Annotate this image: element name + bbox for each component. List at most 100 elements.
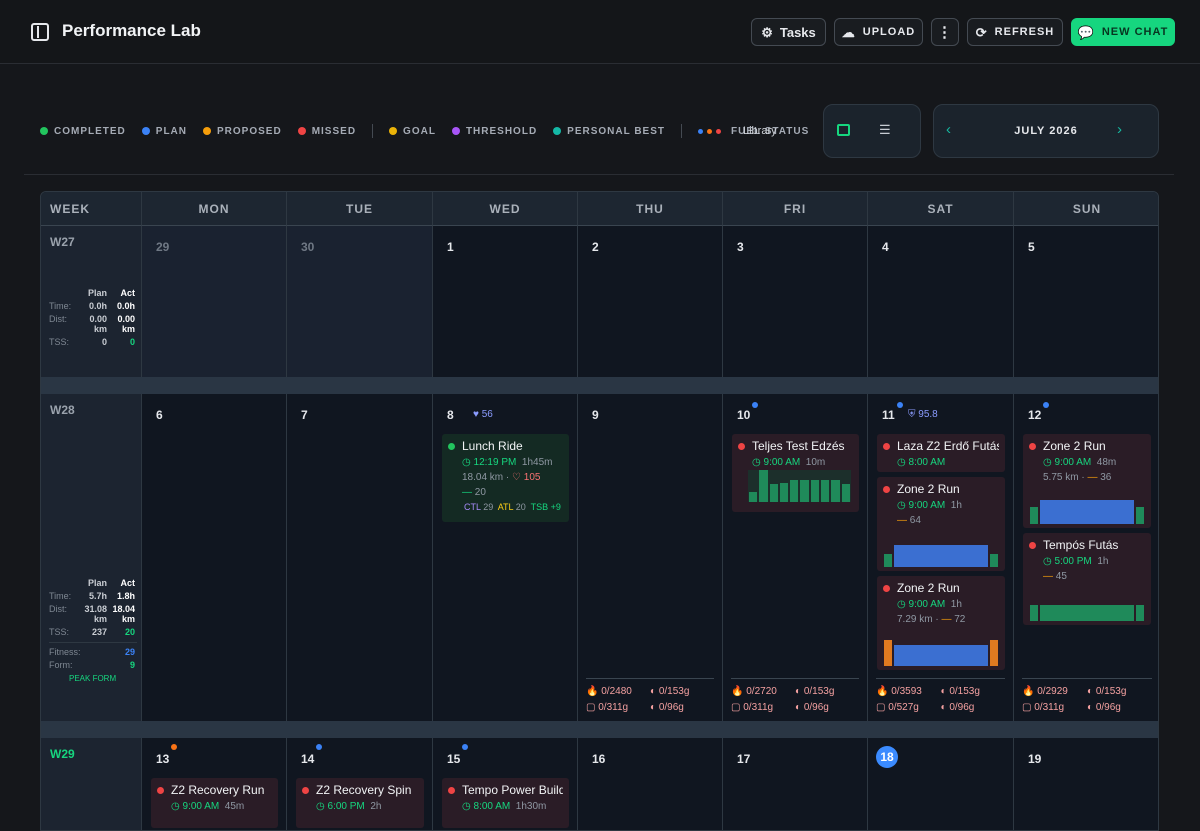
new-chat-label: NEW CHAT [1101, 26, 1169, 38]
workout-title: Z2 Recovery Run [171, 783, 265, 797]
week-divider [41, 721, 1158, 738]
workout-profile-chart [883, 640, 999, 666]
chart-bar [749, 492, 758, 502]
workout-card[interactable]: Tempós Futás ◷ 5:00 PM 1h — 45 [1023, 533, 1151, 625]
clock-icon: ◷ [462, 457, 474, 468]
header-fri: FRI [723, 192, 868, 226]
dist-act: 18.04 km [112, 604, 135, 624]
time-plan: 5.7h [88, 591, 107, 601]
week-summary-w29: W29 [41, 738, 142, 830]
chart-bar [1136, 604, 1144, 621]
chevron-right-icon[interactable]: › [1117, 121, 1122, 138]
day-cell[interactable]: 29 [142, 226, 287, 377]
day-cell[interactable]: 18 [868, 738, 1014, 830]
chart-bar [790, 479, 799, 502]
workout-title: Tempo Power Build [462, 783, 563, 797]
header-sun: SUN [1014, 192, 1158, 226]
day-cell[interactable]: 8 ♥ 56 Lunch Ride ◷ 12:19 PM 1h45m 18.04… [433, 394, 578, 721]
status-dot-icon [883, 485, 890, 493]
day-number: 13 [156, 752, 170, 766]
day-number: 9 [592, 408, 599, 422]
day-cell[interactable]: 16 [578, 738, 723, 830]
day-cell[interactable]: 14 Z2 Recovery Spin ◷ 6:00 PM 2h [287, 738, 433, 830]
day-cell[interactable]: 13 Z2 Recovery Run ◷ 9:00 AM 45m [142, 738, 287, 830]
day-cell[interactable]: 12 Zone 2 Run ◷ 9:00 AM 48m 5.75 km · — … [1014, 394, 1158, 721]
day-cell[interactable]: 7 [287, 394, 433, 721]
sidebar-toggle-icon[interactable] [31, 23, 49, 41]
legend-plan: PLAN [141, 125, 188, 137]
day-cell[interactable]: 30 [287, 226, 433, 377]
clock-icon: ◷ [1043, 457, 1055, 468]
header-tue: TUE [287, 192, 433, 226]
day-cell[interactable]: 10 Teljes Test Edzés ◷ 9:00 AM 10m 🔥 0/2… [723, 394, 868, 721]
workout-time: 8:00 AM [908, 457, 946, 468]
week-divider [41, 377, 1158, 394]
list-view-icon[interactable]: ☰ [879, 122, 891, 138]
heart-rate: ♡ 105 [512, 472, 541, 483]
status-dot-icon [1029, 541, 1036, 549]
week-stats: Plan Act Time: 5.7h 1.8h Dist: 31.08 km 18.04… [49, 578, 137, 683]
act-header: Act [120, 578, 135, 588]
tasks-button[interactable]: ⚙ Tasks [751, 18, 826, 46]
day-cell[interactable]: 11 ⛨ 95.8 Laza Z2 Erdő Futás ◷ 8:00 AM Z… [868, 394, 1014, 721]
missed-dot-icon [297, 127, 306, 135]
protein-value: ◐ 0/153g [795, 686, 835, 697]
carbs-value: ▢ 0/527g [876, 702, 919, 713]
workout-card[interactable]: Lunch Ride ◷ 12:19 PM 1h45m 18.04 km · ♡… [442, 434, 569, 522]
day-cell[interactable]: 9 🔥 0/2480 ◐ 0/153g ▢ 0/311g ◐ 0/96g [578, 394, 723, 721]
refresh-button[interactable]: ⟳ REFRESH [967, 18, 1063, 46]
stat-label: Dist: [49, 604, 67, 614]
time-act: 1.8h [116, 591, 135, 601]
chart-bar [800, 479, 809, 502]
plan-marker-icon [1043, 402, 1049, 408]
day-cell[interactable]: 3 [723, 226, 868, 377]
workout-title: Zone 2 Run [897, 482, 960, 496]
workout-card[interactable]: Zone 2 Run ◷ 9:00 AM 48m 5.75 km · — 36 [1023, 434, 1151, 528]
chart-bar [1030, 604, 1038, 621]
tss-icon: — [897, 515, 910, 526]
day-cell[interactable]: 4 [868, 226, 1014, 377]
atl-label: ATL [497, 502, 514, 512]
workout-card[interactable]: Teljes Test Edzés ◷ 9:00 AM 10m [732, 434, 859, 512]
status-dot-icon [302, 786, 309, 794]
library-link[interactable]: Library [743, 125, 777, 137]
day-cell[interactable]: 2 [578, 226, 723, 377]
day-number: 10 [737, 408, 751, 422]
day-cell[interactable]: 19 [1014, 738, 1158, 830]
chart-bar [821, 479, 830, 502]
workout-time: 8:00 AM [473, 801, 511, 812]
chart-bar [894, 645, 988, 666]
chart-bar [779, 482, 789, 502]
workout-card[interactable]: Zone 2 Run ◷ 9:00 AM 1h — 64 [877, 477, 1005, 571]
day-cell[interactable]: 5 [1014, 226, 1158, 377]
new-chat-button[interactable]: 💬 NEW CHAT [1071, 18, 1175, 46]
workout-card[interactable]: Z2 Recovery Spin ◷ 6:00 PM 2h [296, 778, 424, 828]
workout-time: 6:00 PM [327, 801, 365, 812]
upload-button[interactable]: ☁ UPLOAD [834, 18, 923, 46]
proposed-marker-icon [171, 744, 177, 750]
time-plan: 0.0h [88, 301, 107, 311]
workout-card[interactable]: Zone 2 Run ◷ 9:00 AM 1h 7.29 km · — 72 [877, 576, 1005, 670]
day-number: 16 [592, 752, 606, 766]
more-menu-button[interactable]: ⋮ [931, 18, 959, 46]
day-cell[interactable]: 6 [142, 394, 287, 721]
day-cell[interactable]: 17 [723, 738, 868, 830]
workout-card[interactable]: Tempo Power Build ◷ 8:00 AM 1h30m [442, 778, 569, 828]
threshold-dot-icon [451, 127, 460, 135]
calendar-view-icon[interactable] [837, 124, 850, 136]
atl-value: 20 [515, 502, 526, 512]
workout-time: 9:00 AM [908, 500, 946, 511]
day-cell[interactable]: 1 [433, 226, 578, 377]
tss-icon: — [1087, 472, 1101, 483]
status-dot-icon [1029, 442, 1036, 450]
act-header: Act [120, 288, 135, 298]
day-cell[interactable]: 15 Tempo Power Build ◷ 8:00 AM 1h30m [433, 738, 578, 830]
legend-label: THRESHOLD [465, 125, 538, 137]
cloud-upload-icon: ☁ [841, 24, 856, 40]
workout-card[interactable]: Z2 Recovery Run ◷ 9:00 AM 45m [151, 778, 278, 828]
ctl-value: 29 [483, 502, 494, 512]
chevron-left-icon[interactable]: ‹ [946, 121, 951, 138]
day-number: 29 [156, 240, 170, 254]
workout-card[interactable]: Laza Z2 Erdő Futás ◷ 8:00 AM [877, 434, 1005, 472]
legend-label: PLAN [155, 125, 188, 137]
